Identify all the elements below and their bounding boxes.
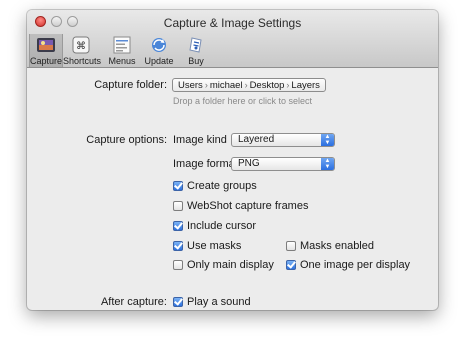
checkbox-checked-icon	[173, 180, 183, 191]
image-format-label: Image format	[173, 158, 238, 170]
updown-arrows-icon: ▲ ▼	[321, 158, 334, 170]
one-image-per-display-label: One image per display	[300, 258, 411, 271]
webshot-frames-checkbox[interactable]: WebShot capture frames	[173, 199, 308, 212]
only-main-display-label: Only main display	[187, 258, 274, 271]
checkbox-unchecked-icon	[286, 240, 296, 251]
checkbox-checked-icon	[173, 220, 183, 231]
settings-content: Capture folder: Users › michael › Deskto…	[27, 68, 438, 310]
image-format-value: PNG	[238, 158, 260, 169]
use-masks-label: Use masks	[187, 239, 242, 252]
create-groups-checkbox[interactable]: Create groups	[173, 179, 257, 192]
buy-icon	[186, 36, 206, 54]
masks-enabled-checkbox[interactable]: Masks enabled	[286, 239, 374, 252]
camera-icon	[36, 36, 56, 54]
create-groups-label: Create groups	[187, 179, 257, 192]
menu-list-icon	[112, 36, 132, 54]
checkbox-checked-icon	[173, 240, 183, 251]
capture-folder-hint: Drop a folder here or click to select	[173, 96, 313, 106]
capture-folder-path-control[interactable]: Users › michael › Desktop › Layers	[172, 78, 326, 92]
image-kind-select[interactable]: Layered ▲ ▼	[231, 133, 335, 147]
toolbar-item-update[interactable]: Update	[142, 34, 176, 67]
checkbox-unchecked-icon	[173, 200, 183, 211]
one-image-per-display-checkbox[interactable]: One image per display	[286, 258, 410, 271]
capture-options-label: Capture options:	[86, 134, 167, 146]
updown-arrows-icon: ▲ ▼	[321, 134, 334, 146]
only-main-display-checkbox[interactable]: Only main display	[173, 258, 274, 271]
after-capture-label: After capture:	[100, 296, 167, 308]
toolbar-item-menus[interactable]: Menus	[106, 34, 138, 67]
use-masks-checkbox[interactable]: Use masks	[173, 239, 241, 252]
play-sound-label: Play a sound	[187, 295, 251, 308]
include-cursor-label: Include cursor	[187, 219, 257, 232]
toolbar-label-capture: Capture	[30, 56, 63, 66]
path-segment[interactable]: Layers	[289, 80, 322, 91]
toolbar-item-shortcuts[interactable]: ⌘ Shortcuts	[63, 34, 102, 67]
toolbar-label-buy: Buy	[188, 56, 204, 66]
image-kind-label: Image kind	[173, 134, 227, 146]
path-segment[interactable]: Users	[176, 80, 205, 91]
toolbar-label-shortcuts: Shortcuts	[63, 56, 102, 66]
refresh-globe-icon	[149, 36, 169, 54]
webshot-frames-label: WebShot capture frames	[187, 199, 309, 212]
checkbox-unchecked-icon	[173, 259, 183, 270]
toolbar-item-capture[interactable]: Capture	[29, 34, 63, 67]
toolbar-item-buy[interactable]: Buy	[182, 34, 210, 67]
window-title: Capture & Image Settings	[163, 16, 302, 30]
play-sound-checkbox[interactable]: Play a sound	[173, 295, 251, 308]
capture-folder-label: Capture folder:	[94, 79, 167, 91]
toolbar-label-menus: Menus	[108, 56, 136, 66]
include-cursor-checkbox[interactable]: Include cursor	[173, 219, 256, 232]
checkbox-checked-icon	[173, 296, 183, 307]
toolbar: Capture & Image Settings Capture ⌘ Short…	[27, 10, 438, 68]
command-key-icon: ⌘	[71, 36, 91, 54]
path-segment[interactable]: michael	[208, 80, 245, 91]
image-format-select[interactable]: PNG ▲ ▼	[231, 157, 335, 171]
svg-text:⌘: ⌘	[76, 41, 86, 52]
masks-enabled-label: Masks enabled	[300, 239, 374, 252]
image-kind-value: Layered	[238, 134, 275, 145]
path-segment[interactable]: Desktop	[248, 80, 287, 91]
checkbox-checked-icon	[286, 259, 296, 270]
toolbar-label-update: Update	[144, 56, 174, 66]
settings-window: Capture & Image Settings Capture ⌘ Short…	[27, 10, 438, 310]
